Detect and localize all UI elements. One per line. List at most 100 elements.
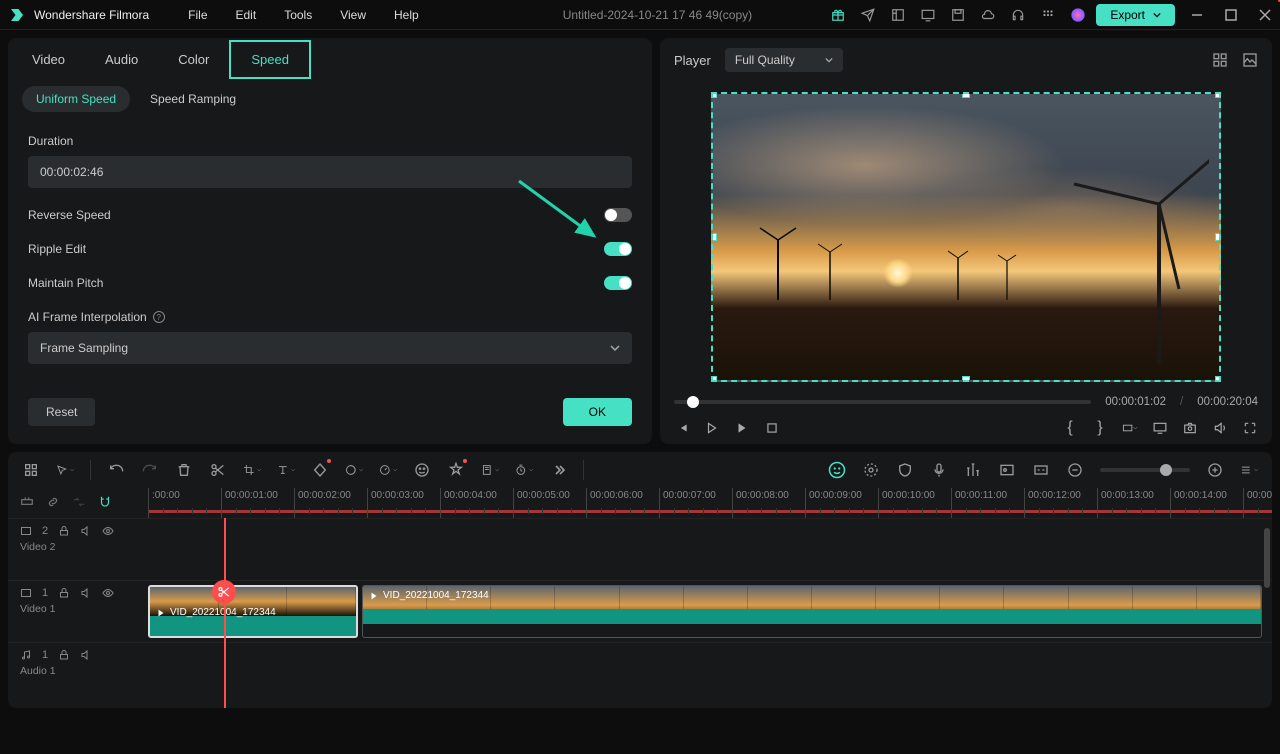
zoom-out-icon[interactable] bbox=[1066, 461, 1084, 479]
mute-icon[interactable] bbox=[80, 587, 92, 599]
undo-icon[interactable] bbox=[107, 461, 125, 479]
text-icon[interactable] bbox=[277, 461, 295, 479]
display-icon[interactable] bbox=[1152, 420, 1168, 436]
mute-icon[interactable] bbox=[80, 525, 92, 537]
delete-icon[interactable] bbox=[175, 461, 193, 479]
prev-frame-icon[interactable] bbox=[674, 420, 690, 436]
visible-icon[interactable] bbox=[102, 525, 114, 537]
current-time: 00:00:01:02 bbox=[1105, 396, 1166, 408]
ratio-icon[interactable] bbox=[1122, 420, 1138, 436]
thumbnails-icon[interactable] bbox=[1212, 52, 1228, 68]
layout-icon[interactable] bbox=[890, 7, 906, 23]
tab-video[interactable]: Video bbox=[12, 42, 85, 77]
maximize-button[interactable] bbox=[1224, 8, 1238, 22]
volume-icon[interactable] bbox=[1212, 420, 1228, 436]
close-button[interactable] bbox=[1258, 8, 1272, 22]
adjust-icon[interactable] bbox=[862, 461, 880, 479]
shield-icon[interactable] bbox=[896, 461, 914, 479]
cut-indicator[interactable] bbox=[212, 580, 236, 604]
pointer-tool-icon[interactable] bbox=[56, 461, 74, 479]
duration-input[interactable] bbox=[28, 156, 632, 188]
lock-icon[interactable] bbox=[58, 649, 70, 661]
keyframe-icon[interactable] bbox=[311, 461, 329, 479]
headphones-icon[interactable] bbox=[1010, 7, 1026, 23]
tab-speed[interactable]: Speed bbox=[229, 40, 311, 79]
subtab-speed-ramping[interactable]: Speed Ramping bbox=[136, 86, 250, 112]
track-content-v2[interactable] bbox=[148, 519, 1272, 580]
timer-icon[interactable] bbox=[515, 461, 533, 479]
tab-audio[interactable]: Audio bbox=[85, 42, 158, 77]
more-tools-icon[interactable] bbox=[549, 461, 567, 479]
subtab-uniform-speed[interactable]: Uniform Speed bbox=[22, 86, 130, 112]
ai-assistant-icon[interactable] bbox=[828, 461, 846, 479]
send-icon[interactable] bbox=[860, 7, 876, 23]
timeline-ruler[interactable]: :00:0000:00:01:0000:00:02:0000:00:03:000… bbox=[148, 488, 1272, 518]
clip-video1-selected[interactable]: VID_20221004_172344 bbox=[148, 585, 358, 638]
snapshot-icon[interactable] bbox=[1182, 420, 1198, 436]
zoom-slider[interactable] bbox=[1100, 468, 1190, 472]
crop-icon[interactable] bbox=[243, 461, 261, 479]
tab-color[interactable]: Color bbox=[158, 42, 229, 77]
ai-icon[interactable] bbox=[413, 461, 431, 479]
effects-icon[interactable] bbox=[447, 461, 465, 479]
preview-frame[interactable] bbox=[711, 92, 1221, 382]
total-time: 00:00:20:04 bbox=[1197, 396, 1258, 408]
mark-in-icon[interactable]: { bbox=[1062, 420, 1078, 436]
transition-icon[interactable] bbox=[72, 495, 88, 511]
magnet-icon[interactable] bbox=[98, 495, 114, 511]
menu-view[interactable]: View bbox=[326, 8, 380, 22]
selection-tool-icon[interactable] bbox=[22, 461, 40, 479]
next-frame-icon[interactable] bbox=[734, 420, 750, 436]
help-icon[interactable]: ? bbox=[153, 311, 165, 323]
audio-mixer-icon[interactable] bbox=[964, 461, 982, 479]
marker-icon[interactable] bbox=[481, 461, 499, 479]
add-track-icon[interactable] bbox=[20, 495, 36, 511]
track-name: Audio 1 bbox=[20, 665, 136, 677]
lock-icon[interactable] bbox=[58, 525, 70, 537]
save-icon[interactable] bbox=[950, 7, 966, 23]
play-icon[interactable] bbox=[704, 420, 720, 436]
track-content-a1[interactable] bbox=[148, 643, 1272, 692]
profile-icon[interactable] bbox=[1070, 7, 1086, 23]
ok-button[interactable]: OK bbox=[563, 398, 632, 426]
playhead[interactable] bbox=[224, 518, 226, 708]
split-icon[interactable] bbox=[209, 461, 227, 479]
scopes-icon[interactable] bbox=[1242, 52, 1258, 68]
ripple-edit-toggle[interactable] bbox=[604, 242, 632, 256]
menu-edit[interactable]: Edit bbox=[222, 8, 271, 22]
redo-icon[interactable] bbox=[141, 461, 159, 479]
frame-interpolation-select[interactable]: Frame Sampling bbox=[28, 332, 632, 364]
mark-out-icon[interactable]: } bbox=[1092, 420, 1108, 436]
lock-icon[interactable] bbox=[58, 587, 70, 599]
progress-bar[interactable] bbox=[674, 400, 1091, 404]
speed-icon[interactable] bbox=[379, 461, 397, 479]
mute-icon[interactable] bbox=[80, 649, 92, 661]
menu-help[interactable]: Help bbox=[380, 8, 433, 22]
stop-icon[interactable] bbox=[764, 420, 780, 436]
menu-file[interactable]: File bbox=[174, 8, 221, 22]
link-icon[interactable] bbox=[46, 495, 62, 511]
captions-icon[interactable] bbox=[1032, 461, 1050, 479]
reverse-speed-toggle[interactable] bbox=[604, 208, 632, 222]
quality-select[interactable]: Full Quality bbox=[725, 48, 843, 72]
visible-icon[interactable] bbox=[102, 587, 114, 599]
zoom-in-icon[interactable] bbox=[1206, 461, 1224, 479]
grid-icon[interactable] bbox=[1040, 7, 1056, 23]
color-icon[interactable] bbox=[345, 461, 363, 479]
maintain-pitch-toggle[interactable] bbox=[604, 276, 632, 290]
minimize-button[interactable] bbox=[1190, 8, 1204, 22]
clip-video1-extended[interactable]: Normal 1.00x Freeze Frame Normal 1.00x V… bbox=[362, 585, 1262, 638]
player-label: Player bbox=[674, 53, 711, 68]
screen-icon[interactable] bbox=[920, 7, 936, 23]
track-content-v1[interactable]: VID_20221004_172344 Normal 1.00x Freeze … bbox=[148, 581, 1272, 642]
menu-tools[interactable]: Tools bbox=[270, 8, 326, 22]
fullscreen-icon[interactable] bbox=[1242, 420, 1258, 436]
gift-icon[interactable] bbox=[830, 7, 846, 23]
cloud-icon[interactable] bbox=[980, 7, 996, 23]
mic-icon[interactable] bbox=[930, 461, 948, 479]
media-icon[interactable] bbox=[998, 461, 1016, 479]
export-button[interactable]: Export bbox=[1096, 4, 1175, 26]
preview-area bbox=[660, 82, 1272, 392]
list-view-icon[interactable] bbox=[1240, 461, 1258, 479]
reset-button[interactable]: Reset bbox=[28, 398, 95, 426]
